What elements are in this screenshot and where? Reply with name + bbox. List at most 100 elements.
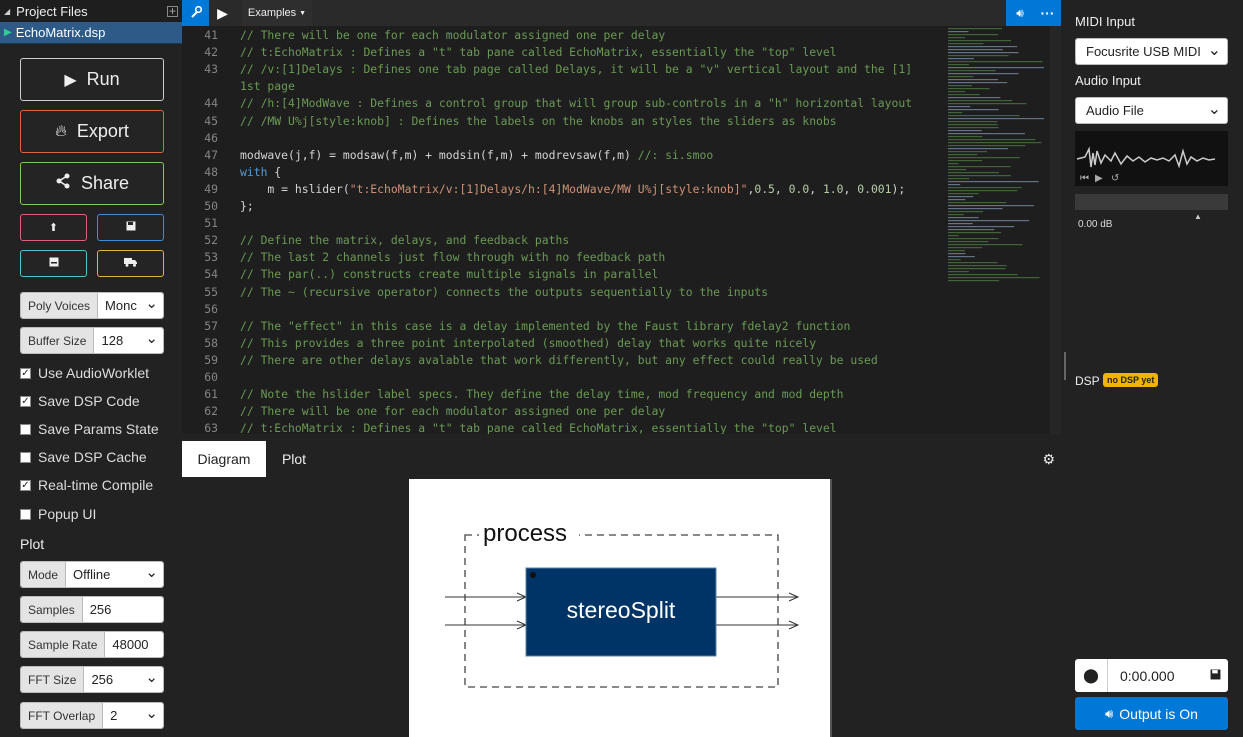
share-button[interactable]: Share	[20, 162, 164, 205]
code-token: m = hslider(	[240, 181, 350, 196]
fft-overlap-value[interactable]: 2	[103, 703, 163, 728]
file-item-echomatrix[interactable]: ▶ EchoMatrix.dsp	[0, 22, 182, 44]
audio-waveform[interactable]: ⏮ ▶ ↺	[1075, 131, 1228, 186]
line-number: 51	[204, 216, 218, 231]
code-token: // The ~ (recursive operator) connects t…	[240, 284, 769, 299]
record-save-button[interactable]	[1202, 669, 1228, 683]
poly-voices-select[interactable]: Poly Voices Monc	[20, 292, 164, 319]
gain-slider-thumb[interactable]: ▲	[1194, 212, 1202, 221]
save-local-button[interactable]	[20, 250, 87, 277]
code-token: // This provides a three point interpola…	[240, 335, 817, 350]
line-number: 47	[204, 147, 218, 162]
plot-samples-input[interactable]: Samples 256	[20, 596, 164, 623]
tab-plot[interactable]: Plot	[266, 441, 322, 477]
export-button[interactable]: 🔥︎ Export	[20, 110, 164, 153]
buffer-size-select[interactable]: Buffer Size 128	[20, 327, 164, 354]
code-token: // There will be one for each modulator …	[240, 404, 666, 419]
save-icon	[126, 221, 136, 234]
project-files-header[interactable]: ◢ Project Files +	[0, 0, 182, 22]
code-line: 1st page	[240, 79, 295, 93]
code-token: ,	[809, 181, 823, 196]
share-icon	[55, 173, 71, 194]
project-files-title: Project Files	[16, 3, 88, 19]
plot-mode-select[interactable]: Mode Offline	[20, 561, 164, 588]
checkbox-save-dsp-code[interactable]: ✓ Save DSP Code	[20, 393, 140, 409]
checkbox-box[interactable]: ✓	[20, 479, 31, 491]
fft-overlap-select[interactable]: FFT Overlap 2	[20, 702, 164, 729]
fft-size-select[interactable]: FFT Size 256	[20, 666, 164, 693]
checkbox-box[interactable]	[20, 423, 31, 435]
code-token: );	[891, 181, 906, 196]
checkbox-box[interactable]	[20, 451, 31, 463]
checkbox-label: Save DSP Cache	[38, 449, 147, 465]
run-button[interactable]: ▶ Run	[20, 58, 164, 101]
more-button[interactable]: ···	[1034, 0, 1061, 26]
code-token: modwave(j,f) = modsaw(f,m) + modsin(f,m)…	[240, 147, 638, 162]
panel-splitter[interactable]	[1064, 352, 1066, 380]
output-toggle-button[interactable]: 🔊︎ Output is On	[1075, 697, 1228, 730]
plot-sample-rate-input[interactable]: Sample Rate 48000	[20, 631, 164, 658]
editor-scrollbar[interactable]	[1050, 26, 1061, 434]
export-label: Export	[76, 121, 129, 141]
collapse-triangle-icon[interactable]: ◢	[4, 7, 10, 16]
code-token: // /v:[1]Delays : Defines one tab page c…	[240, 62, 913, 77]
truck-button[interactable]	[97, 250, 164, 277]
buffer-size-value[interactable]: 128	[94, 328, 163, 353]
audio-toggle-button[interactable]: 🔊︎	[1006, 0, 1034, 26]
plot-section-title: Plot	[20, 536, 45, 552]
code-token: // There are other delays avalable that …	[240, 352, 878, 367]
code-line: // t:EchoMatrix : Defines a "t" tab pane…	[240, 45, 837, 59]
checkbox-box[interactable]: ✓	[20, 395, 31, 407]
buffer-size-label: Buffer Size	[21, 328, 95, 353]
checkbox-box[interactable]: ✓	[20, 367, 31, 379]
checkbox-popup-ui[interactable]: Popup UI	[20, 506, 96, 522]
line-number: 42	[204, 45, 218, 60]
checkbox-label: Real-time Compile	[38, 477, 154, 493]
code-token: // Define the matrix, delays, and feedba…	[240, 233, 570, 248]
wrench-button[interactable]	[182, 0, 209, 26]
plot-sample-rate-value[interactable]: 48000	[105, 632, 163, 657]
checkbox-save-dsp-cache[interactable]: Save DSP Cache	[20, 449, 147, 465]
play-button[interactable]: ▶	[209, 0, 236, 26]
gear-icon[interactable]: ⚙︎	[1042, 451, 1055, 468]
editor-toolbar: ▶ Examples ▼ 🔊︎ ···	[182, 0, 1061, 26]
tab-plot-label: Plot	[281, 451, 307, 467]
code-token: // t:EchoMatrix : Defines a "t" tab pane…	[240, 45, 837, 60]
fft-size-value[interactable]: 256	[84, 667, 163, 692]
checkbox-save-params-state[interactable]: Save Params State	[20, 421, 159, 437]
plot-mode-value[interactable]: Offline	[66, 562, 163, 587]
add-file-icon[interactable]: +	[167, 5, 178, 17]
poly-voices-label: Poly Voices	[21, 293, 99, 318]
midi-input-value: Focusrite USB MIDI	[1086, 44, 1201, 59]
examples-dropdown[interactable]: Examples ▼	[242, 0, 312, 26]
upload-button[interactable]: ⬆︎	[20, 214, 87, 241]
fft-overlap-label: FFT Overlap	[21, 703, 104, 728]
level-meter	[1075, 194, 1228, 210]
play-icon: ▶	[64, 71, 77, 89]
code-token: 1.0	[822, 181, 844, 196]
stereo-split-label: stereoSplit	[567, 597, 676, 623]
minimap[interactable]	[946, 26, 1050, 286]
midi-input-select[interactable]: Focusrite USB MIDI	[1075, 38, 1228, 65]
save-button[interactable]	[97, 214, 164, 241]
code-editor[interactable]: 41 // There will be one for each modulato…	[182, 26, 1061, 434]
record-button[interactable]: ⬤	[1075, 659, 1108, 692]
line-number: 43	[204, 62, 218, 77]
code-token: "t:EchoMatrix/v:[1]Delays/h:[4]ModWave/M…	[349, 181, 748, 196]
recorder: ⬤ 0:00.000	[1075, 659, 1228, 692]
left-panel: ◢ Project Files + ▶ EchoMatrix.dsp ▶ Run…	[0, 0, 182, 737]
checkbox-use-audioworklet[interactable]: ✓ Use AudioWorklet	[20, 365, 149, 381]
code-token: // /MW U%j[style:knob] : Defines the lab…	[240, 113, 837, 128]
audio-input-select[interactable]: Audio File	[1075, 97, 1228, 124]
code-line: // This provides a three point interpola…	[240, 336, 816, 350]
tab-diagram[interactable]: Diagram	[182, 441, 266, 477]
checkbox-box[interactable]	[20, 508, 31, 520]
diagram-canvas[interactable]: process stereoSplit	[409, 479, 832, 737]
plot-samples-value[interactable]: 256	[82, 597, 163, 622]
code-token: ,	[843, 181, 858, 196]
checkbox-realtime-compile[interactable]: ✓ Real-time Compile	[20, 477, 153, 493]
poly-voices-value[interactable]: Monc	[98, 293, 163, 318]
code-token: // The "effect" in this case is a delay …	[240, 318, 851, 333]
code-token: // There will be one for each modulator …	[240, 28, 666, 42]
dsp-status-badge: no DSP yet	[1103, 373, 1159, 387]
